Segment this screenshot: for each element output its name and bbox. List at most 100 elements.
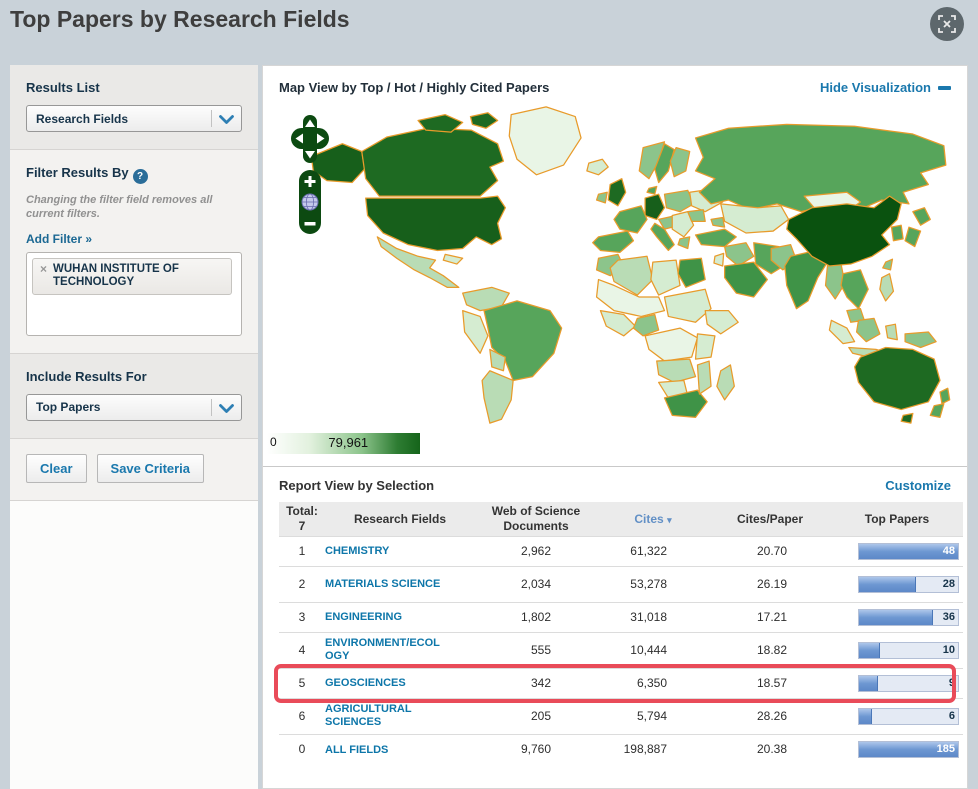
map-country[interactable]	[879, 273, 895, 302]
row-top-papers: 48	[831, 535, 963, 566]
map-country[interactable]	[663, 288, 712, 323]
title-bar: Top Papers by Research Fields	[0, 0, 978, 57]
top-papers-bar: 28	[858, 575, 959, 593]
column-header-cites-sort[interactable]: Cites ▾	[597, 502, 709, 536]
map-country[interactable]	[687, 209, 706, 222]
row-rank: 4	[279, 631, 325, 668]
map-country[interactable]	[644, 327, 699, 362]
map-country[interactable]	[882, 258, 894, 271]
map-country[interactable]	[663, 189, 695, 213]
map-country[interactable]	[939, 387, 951, 405]
map-country[interactable]	[694, 333, 716, 360]
map-country[interactable]	[646, 185, 658, 195]
map-country[interactable]	[650, 259, 681, 296]
row-cites-per-paper: 18.57	[709, 667, 831, 698]
map-country[interactable]	[904, 331, 937, 349]
map-country[interactable]	[853, 346, 941, 411]
row-cites: 53,278	[597, 565, 709, 602]
row-field: ALL FIELDS	[325, 733, 475, 764]
research-field-link[interactable]: AGRICULTURAL SCIENCES	[325, 703, 443, 729]
map-country[interactable]	[828, 319, 856, 345]
map-country[interactable]	[586, 158, 609, 176]
row-rank: 6	[279, 697, 325, 734]
add-filter-link[interactable]: Add Filter »	[26, 232, 92, 246]
map-country[interactable]	[929, 403, 945, 418]
map-country[interactable]	[644, 193, 666, 221]
results-list-section: Results List Research Fields	[10, 65, 258, 150]
map-country[interactable]	[710, 216, 726, 228]
table-row: 2 MATERIALS SCIENCE 2,034 53,278 26.19 2…	[279, 565, 963, 602]
top-papers-bar: 185	[858, 740, 959, 758]
fullscreen-icon	[938, 15, 956, 33]
include-results-heading: Include Results For	[26, 368, 147, 384]
map-country[interactable]	[508, 106, 582, 176]
map-country[interactable]	[469, 112, 499, 129]
map-visualization	[263, 103, 967, 428]
legend-min-value: 0	[270, 435, 277, 449]
help-icon[interactable]: ?	[132, 169, 148, 184]
filter-chip[interactable]: × WUHAN INSTITUTE OF TECHNOLOGY	[32, 257, 232, 296]
row-documents: 2,962	[475, 535, 597, 566]
zoom-out-icon	[304, 222, 316, 226]
research-field-link[interactable]: ENGINEERING	[325, 611, 402, 624]
research-field-link[interactable]: MATERIALS SCIENCE	[325, 578, 440, 591]
map-country[interactable]	[696, 360, 712, 395]
row-cites-per-paper: 20.70	[709, 535, 831, 566]
customize-link[interactable]: Customize	[885, 478, 951, 493]
map-country[interactable]	[677, 257, 706, 288]
map-country[interactable]	[840, 269, 869, 310]
map-country[interactable]	[361, 127, 505, 197]
main-panel: Map View by Top / Hot / Highly Cited Pap…	[262, 65, 968, 789]
map-country[interactable]	[462, 309, 489, 354]
results-list-dropdown[interactable]: Research Fields	[26, 105, 242, 132]
include-results-selected: Top Papers	[36, 400, 101, 414]
map-country[interactable]	[890, 224, 904, 242]
remove-filter-icon[interactable]: ×	[40, 262, 47, 277]
row-cites: 10,444	[597, 631, 709, 668]
save-criteria-button[interactable]: Save Criteria	[96, 453, 205, 483]
map-country[interactable]	[694, 228, 737, 248]
map-pan-control[interactable]	[287, 115, 333, 163]
top-papers-bar: 36	[858, 608, 959, 626]
fullscreen-button[interactable]	[930, 7, 964, 41]
map-country[interactable]	[595, 191, 608, 204]
hide-visualization-link[interactable]: Hide Visualization	[820, 80, 951, 95]
row-field: MATERIALS SCIENCE	[325, 565, 475, 602]
map-country[interactable]	[713, 252, 725, 267]
map-country[interactable]	[720, 203, 790, 234]
map-country[interactable]	[613, 205, 648, 234]
map-country[interactable]	[904, 226, 922, 248]
filter-heading: Filter Results By?	[26, 165, 242, 184]
report-table: Total: 7 Research Fields Web of Science D…	[279, 502, 963, 764]
top-papers-value: 9	[948, 677, 955, 689]
map-country[interactable]	[592, 230, 635, 254]
research-field-link[interactable]: ALL FIELDS	[325, 744, 388, 757]
research-field-link[interactable]: CHEMISTRY	[325, 545, 389, 558]
map-country[interactable]	[716, 364, 735, 401]
row-top-papers: 28	[831, 565, 963, 602]
filter-section: Filter Results By? Changing the filter f…	[10, 150, 258, 354]
map-country[interactable]	[442, 253, 464, 265]
table-row: 4 ENVIRONMENT/ECOLOGY 555 10,444 18.82 1…	[279, 631, 963, 668]
map-country[interactable]	[885, 323, 898, 341]
map-country[interactable]	[704, 309, 739, 335]
map-country[interactable]	[481, 370, 514, 424]
map-country[interactable]	[912, 207, 931, 226]
research-field-link[interactable]: ENVIRONMENT/ECOLOGY	[325, 637, 443, 663]
row-field: ENGINEERING	[325, 601, 475, 632]
map-country[interactable]	[607, 178, 627, 207]
row-top-papers: 10	[831, 631, 963, 668]
map-country[interactable]	[677, 236, 691, 250]
include-results-dropdown[interactable]: Top Papers	[26, 393, 242, 421]
map-country[interactable]	[632, 313, 660, 337]
clear-button[interactable]: Clear	[26, 453, 87, 483]
map-country[interactable]	[900, 412, 914, 424]
map-countries	[310, 106, 951, 424]
research-field-link[interactable]: GEOSCIENCES	[325, 677, 406, 690]
column-header-total: Total: 7	[279, 502, 325, 536]
row-cites: 5,794	[597, 697, 709, 734]
map-country[interactable]	[656, 358, 697, 384]
filter-note: Changing the filter field removes all cu…	[26, 194, 213, 220]
map-zoom-control[interactable]	[299, 170, 321, 234]
map-country[interactable]	[855, 317, 881, 343]
